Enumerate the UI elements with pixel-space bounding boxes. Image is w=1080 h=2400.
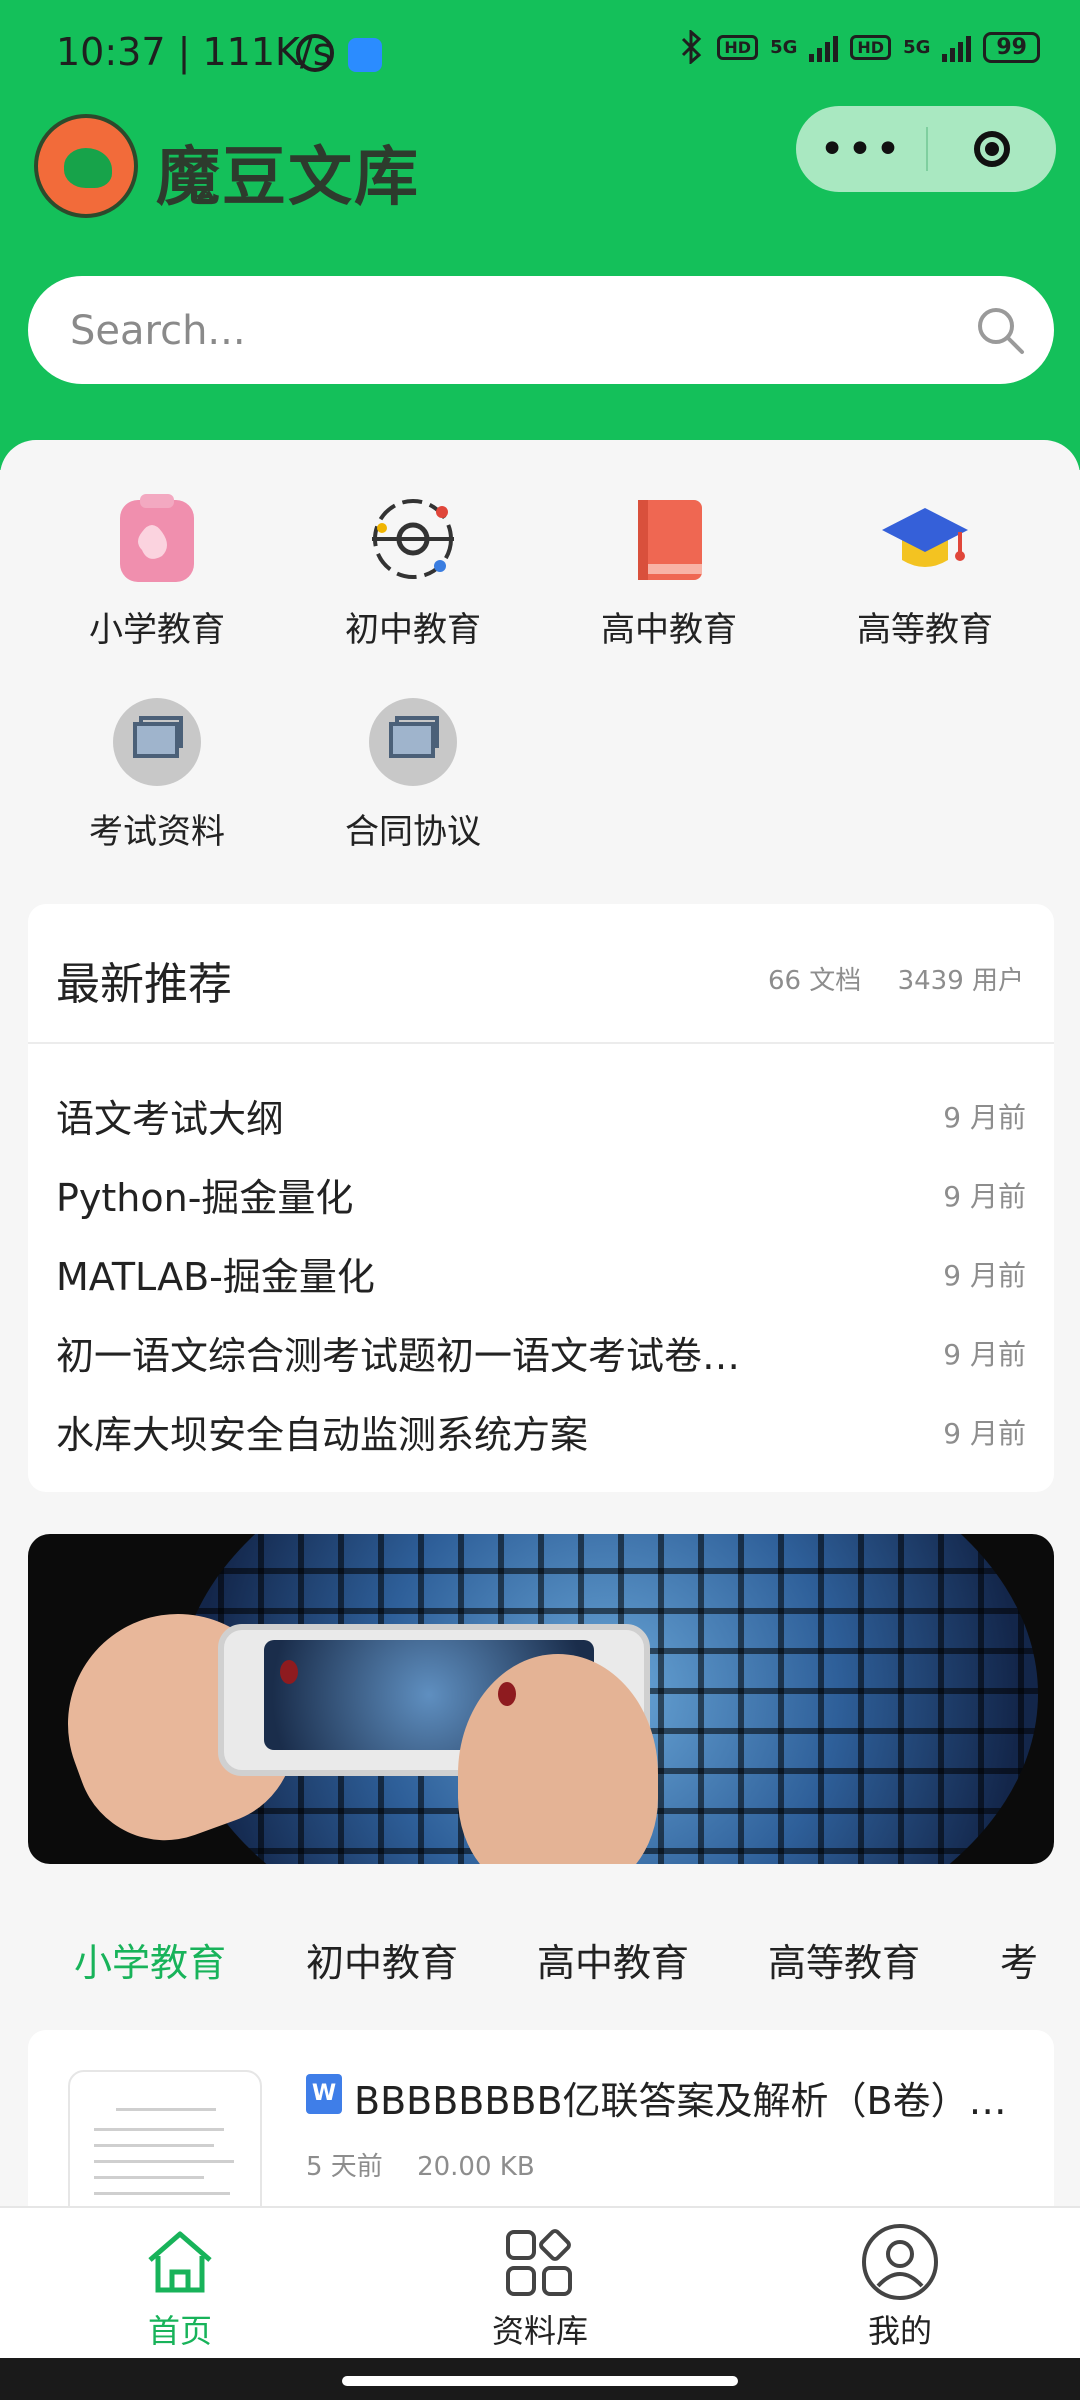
category-label: 合同协议 (345, 812, 481, 852)
image-placeholder-icon (369, 698, 457, 786)
mini-program-capsule: ••• (796, 106, 1056, 192)
nav-library[interactable]: 资料库 (440, 2222, 640, 2352)
nav-label: 资料库 (491, 2312, 588, 2350)
user-count: 3439 用户 (897, 966, 1024, 996)
bottom-nav: 首页 资料库 我的 (0, 2206, 1080, 2360)
tab-higher[interactable]: 高等教育 (768, 1932, 920, 1987)
status-right: HD 5G HD 5G 99 (679, 30, 1040, 64)
item-title: 语文考试大纲 (56, 1097, 285, 1141)
category-primary-education[interactable]: 小学教育 (32, 494, 282, 651)
tab-exam[interactable]: 考 (1000, 1932, 1038, 1987)
document-title: BBBBBBBB亿联答案及解析（B卷）… (354, 2079, 1007, 2123)
list-item[interactable]: MATLAB-掘金量化 9 月前 (28, 1232, 1054, 1311)
hd-badge: HD (717, 34, 759, 60)
item-time: 9 月前 (943, 1417, 1026, 1450)
user-icon (860, 2222, 940, 2302)
signal-icon (809, 32, 839, 62)
category-label: 高中教育 (601, 610, 737, 650)
bluetooth-icon (682, 30, 702, 64)
book-icon (624, 494, 714, 584)
list-item[interactable]: Python-掘金量化 9 月前 (28, 1153, 1054, 1232)
orbit-icon (368, 494, 458, 584)
tab-senior[interactable]: 高中教育 (537, 1932, 689, 1987)
category-higher-education[interactable]: 高等教育 (800, 494, 1050, 651)
item-title: 初一语文综合测考试题初一语文考试卷… (56, 1334, 741, 1378)
doc-count: 66 文档 (767, 966, 862, 996)
image-placeholder-icon (113, 698, 201, 786)
notification-app-icon (348, 38, 382, 72)
category-label: 高等教育 (857, 610, 993, 650)
recommend-card: 最新推荐 66 文档 3439 用户 语文考试大纲 9 月前 Python-掘金… (28, 904, 1054, 1492)
recommend-title: 最新推荐 (56, 959, 232, 1010)
category-tabs: 小学教育 初中教育 高中教育 高等教育 考 (0, 1920, 1080, 2000)
grid-icon (500, 2222, 580, 2302)
signal-icon-2 (942, 32, 972, 62)
document-time: 5 天前 (306, 2152, 383, 2182)
status-time: 10:37 | 111K/s (56, 30, 333, 74)
alarm-icon (296, 34, 334, 72)
banner-nail (498, 1682, 516, 1706)
tab-primary[interactable]: 小学教育 (74, 1932, 226, 1987)
home-icon (140, 2222, 220, 2302)
item-time: 9 月前 (943, 1259, 1026, 1292)
list-item[interactable]: 语文考试大纲 9 月前 (28, 1074, 1054, 1153)
list-item[interactable]: 初一语文综合测考试题初一语文考试卷… 9 月前 (28, 1311, 1054, 1390)
category-label: 初中教育 (345, 610, 481, 650)
clipboard-icon (112, 494, 202, 584)
item-time: 9 月前 (943, 1180, 1026, 1213)
item-time: 9 月前 (943, 1338, 1026, 1371)
battery-indicator: 99 (983, 31, 1040, 63)
close-mini-program-button[interactable] (928, 131, 1056, 167)
app-title: 魔豆文库 (156, 141, 420, 215)
more-button[interactable]: ••• (796, 124, 926, 175)
recommend-header: 最新推荐 66 文档 3439 用户 (28, 904, 1054, 1044)
category-exam-materials[interactable]: 考试资料 (32, 698, 282, 853)
banner-nail (280, 1660, 298, 1684)
item-title: Python-掘金量化 (56, 1176, 354, 1220)
search-input[interactable] (68, 300, 952, 362)
document-meta: 5 天前 20.00 KB (306, 2146, 561, 2183)
nav-home[interactable]: 首页 (80, 2222, 280, 2352)
network-label: 5G (770, 36, 798, 58)
home-indicator[interactable] (342, 2376, 738, 2386)
category-junior-high[interactable]: 初中教育 (288, 494, 538, 651)
search-bar[interactable] (28, 276, 1054, 384)
item-title: 水库大坝安全自动监测系统方案 (56, 1413, 589, 1457)
banner-image[interactable] (28, 1534, 1054, 1864)
category-label: 小学教育 (89, 610, 225, 650)
nav-label: 首页 (147, 2312, 212, 2350)
nav-mine[interactable]: 我的 (800, 2222, 1000, 2352)
category-contracts[interactable]: 合同协议 (288, 698, 538, 853)
hd-badge-2: HD (850, 34, 892, 60)
target-icon (974, 131, 1010, 167)
word-doc-icon: W (306, 2074, 342, 2114)
graduation-cap-icon (880, 494, 970, 584)
nav-label: 我的 (867, 2312, 932, 2350)
logo-icon (34, 114, 138, 218)
item-title: MATLAB-掘金量化 (56, 1255, 375, 1299)
recommend-stats: 66 文档 3439 用户 (740, 960, 1024, 997)
document-size: 20.00 KB (417, 2152, 535, 2182)
search-icon[interactable] (974, 304, 1026, 356)
recommend-list: 语文考试大纲 9 月前 Python-掘金量化 9 月前 MATLAB-掘金量化… (28, 1044, 1054, 1469)
tab-junior[interactable]: 初中教育 (306, 1932, 458, 1987)
list-item[interactable]: 水库大坝安全自动监测系统方案 9 月前 (28, 1390, 1054, 1469)
category-label: 考试资料 (89, 812, 225, 852)
category-senior-high[interactable]: 高中教育 (544, 494, 794, 651)
item-time: 9 月前 (943, 1101, 1026, 1134)
network-label-2: 5G (903, 36, 931, 58)
status-bar: 10:37 | 111K/s HD 5G HD 5G 99 (0, 0, 1080, 110)
